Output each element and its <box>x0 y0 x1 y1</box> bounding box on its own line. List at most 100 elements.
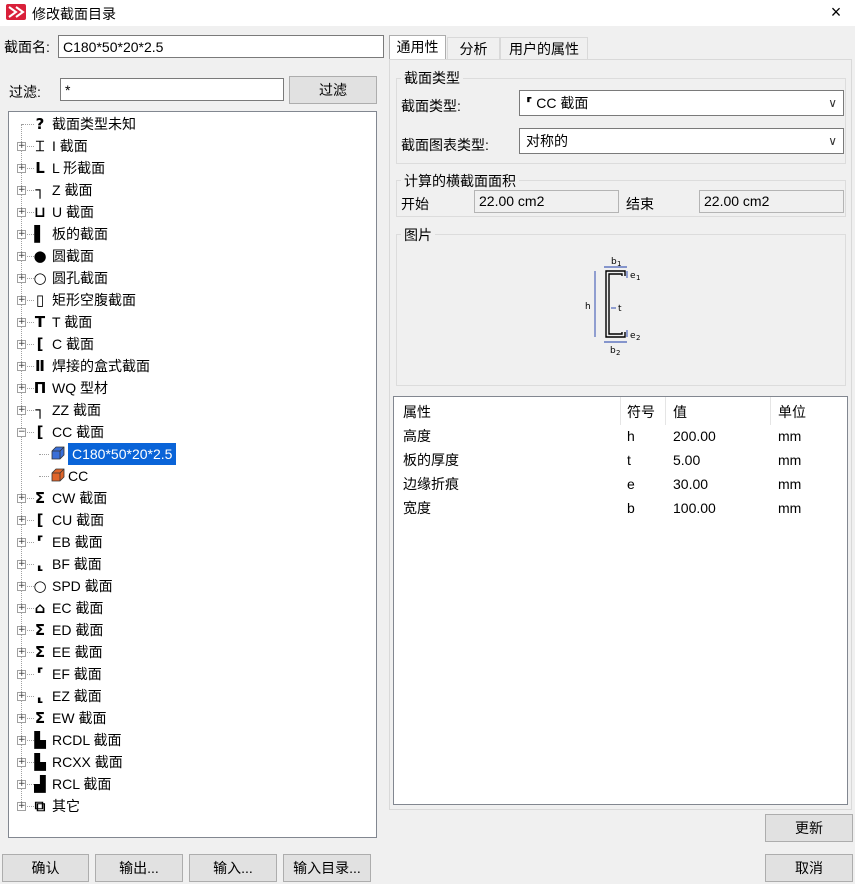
tree-item[interactable]: + Σ ED 截面 <box>9 619 369 641</box>
tree-item-label[interactable]: RCL 截面 <box>52 773 111 795</box>
table-row[interactable]: 高度 h 200.00 mm <box>394 425 847 449</box>
tree-item[interactable]: + ⸢ EF 截面 <box>9 663 369 685</box>
expand-icon[interactable]: + <box>17 516 26 525</box>
expand-icon[interactable]: + <box>17 802 26 811</box>
tree-item[interactable]: ? 截面类型未知 <box>9 113 369 135</box>
tree-item[interactable]: + ▙ RCXX 截面 <box>9 751 369 773</box>
tree-item[interactable]: + ⌂ EC 截面 <box>9 597 369 619</box>
tree-item[interactable]: + T T 截面 <box>9 311 369 333</box>
expand-icon[interactable]: + <box>17 736 26 745</box>
tree-item-label[interactable]: EE 截面 <box>52 641 103 663</box>
tree-item-label[interactable]: WQ 型材 <box>52 377 108 399</box>
tree-item[interactable]: + Σ EW 截面 <box>9 707 369 729</box>
tree-item-label[interactable]: T 截面 <box>52 311 92 333</box>
tree-item-label[interactable]: CC 截面 <box>52 421 104 443</box>
column-header[interactable]: 符号 <box>627 401 655 423</box>
tree-item-label[interactable]: 矩形空腹截面 <box>52 289 136 311</box>
tree-child-item[interactable]: CC <box>9 465 369 487</box>
tree-item[interactable]: − [CC 截面 <box>9 421 369 443</box>
tree-item-label[interactable]: CW 截面 <box>52 487 107 509</box>
section-type-select[interactable]: ⸢ CC 截面 ∨ <box>519 90 844 116</box>
tree-item-label[interactable]: 圆孔截面 <box>52 267 108 289</box>
tree-item-label[interactable]: 板的截面 <box>52 223 108 245</box>
expand-icon[interactable]: + <box>17 714 26 723</box>
tree-item-label[interactable]: EW 截面 <box>52 707 106 729</box>
tree-item-label[interactable]: ED 截面 <box>52 619 103 641</box>
tree-item[interactable]: + ○ SPD 截面 <box>9 575 369 597</box>
tab-general[interactable]: 通用性 <box>389 35 446 60</box>
confirm-button[interactable]: 确认 <box>2 854 89 882</box>
tree-item-label[interactable]: C180*50*20*2.5 <box>68 443 177 465</box>
tree-item-label[interactable]: EZ 截面 <box>52 685 102 707</box>
tree-item[interactable]: + ⸢ EB 截面 <box>9 531 369 553</box>
expand-icon[interactable]: + <box>17 362 26 371</box>
expand-icon[interactable]: + <box>17 582 26 591</box>
expand-icon[interactable]: + <box>17 538 26 547</box>
expand-icon[interactable]: + <box>17 626 26 635</box>
expand-icon[interactable]: + <box>17 670 26 679</box>
expand-icon[interactable]: + <box>17 648 26 657</box>
expand-icon[interactable]: + <box>17 692 26 701</box>
tree-item[interactable]: + Σ CW 截面 <box>9 487 369 509</box>
tree-item-label[interactable]: U 截面 <box>52 201 94 223</box>
tree-item-label[interactable]: EC 截面 <box>52 597 103 619</box>
tree-item[interactable]: + [CU 截面 <box>9 509 369 531</box>
collapse-icon[interactable]: − <box>17 428 26 437</box>
tree-item-label[interactable]: ZZ 截面 <box>52 399 101 421</box>
expand-icon[interactable]: + <box>17 208 26 217</box>
expand-icon[interactable]: + <box>17 560 26 569</box>
expand-icon[interactable]: + <box>17 406 26 415</box>
tree-item[interactable]: + Ⅱ 焊接的盒式截面 <box>9 355 369 377</box>
expand-icon[interactable]: + <box>17 494 26 503</box>
chart-type-select[interactable]: 对称的 ∨ <box>519 128 844 154</box>
expand-icon[interactable]: + <box>17 164 26 173</box>
cancel-button[interactable]: 取消 <box>765 854 853 882</box>
tree-item-label[interactable]: EF 截面 <box>52 663 102 685</box>
column-header[interactable]: 单位 <box>778 401 806 423</box>
tree-item-label[interactable]: 圆截面 <box>52 245 94 267</box>
filter-input[interactable]: * <box>60 78 284 101</box>
tree-item-label[interactable]: Z 截面 <box>52 179 92 201</box>
update-button[interactable]: 更新 <box>765 814 853 842</box>
tree-item[interactable]: + ▯ 矩形空腹截面 <box>9 289 369 311</box>
tree-item[interactable]: + ● 圆截面 <box>9 245 369 267</box>
tree-item-label[interactable]: L 形截面 <box>52 157 105 179</box>
tree-item[interactable]: + ⧉ 其它 <box>9 795 369 817</box>
properties-table[interactable]: 属性 符号值 单位 高度 h 200.00 mm 板的厚度 t 5.00 mm 边缘折痕 e 30.00 m… <box>393 396 848 805</box>
table-row[interactable]: 边缘折痕 e 30.00 mm <box>394 473 847 497</box>
tree-item-label[interactable]: RCXX 截面 <box>52 751 123 773</box>
tree-child-item[interactable]: C180*50*20*2.5 <box>9 443 369 465</box>
tree-item[interactable]: + ⊔ U 截面 <box>9 201 369 223</box>
tree-item[interactable]: + ▙ RCDL 截面 <box>9 729 369 751</box>
tree-item-label[interactable]: BF 截面 <box>52 553 102 575</box>
tab-user-attributes[interactable]: 用户的属性 <box>500 37 588 59</box>
close-icon[interactable]: × <box>826 2 846 22</box>
table-row[interactable]: 板的厚度 t 5.00 mm <box>394 449 847 473</box>
expand-icon[interactable]: + <box>17 780 26 789</box>
filter-button[interactable]: 过滤 <box>289 76 377 104</box>
section-name-input[interactable]: C180*50*20*2.5 <box>58 35 384 58</box>
tree-item[interactable]: + ▌ 板的截面 <box>9 223 369 245</box>
expand-icon[interactable]: + <box>17 318 26 327</box>
expand-icon[interactable]: + <box>17 230 26 239</box>
tree-item[interactable]: + Π WQ 型材 <box>9 377 369 399</box>
tree-item[interactable]: + ▟ RCL 截面 <box>9 773 369 795</box>
section-tree[interactable]: ? 截面类型未知 + ⌶ I 截面 + L L 形截面 + ┐ Z 截面 + ⊔ U 截面 + ▌ 板的截面 + ●… <box>8 111 377 838</box>
tree-item-label[interactable]: 焊接的盒式截面 <box>52 355 150 377</box>
tree-item-label[interactable]: 截面类型未知 <box>52 113 136 135</box>
tree-item-label[interactable]: I 截面 <box>52 135 88 157</box>
expand-icon[interactable]: + <box>17 604 26 613</box>
tree-item-label[interactable]: SPD 截面 <box>52 575 113 597</box>
tree-item-label[interactable]: CU 截面 <box>52 509 104 531</box>
table-row[interactable]: 宽度 b 100.00 mm <box>394 497 847 521</box>
expand-icon[interactable]: + <box>17 186 26 195</box>
tree-item[interactable]: + ⌶ I 截面 <box>9 135 369 157</box>
expand-icon[interactable]: + <box>17 340 26 349</box>
column-header[interactable]: 属性 <box>403 401 431 423</box>
tree-item[interactable]: + ⸤ BF 截面 <box>9 553 369 575</box>
tree-item-label[interactable]: RCDL 截面 <box>52 729 122 751</box>
tree-item[interactable]: + ┐ ZZ 截面 <box>9 399 369 421</box>
export-button[interactable]: 输出... <box>95 854 183 882</box>
tree-item[interactable]: + Σ EE 截面 <box>9 641 369 663</box>
expand-icon[interactable]: + <box>17 274 26 283</box>
